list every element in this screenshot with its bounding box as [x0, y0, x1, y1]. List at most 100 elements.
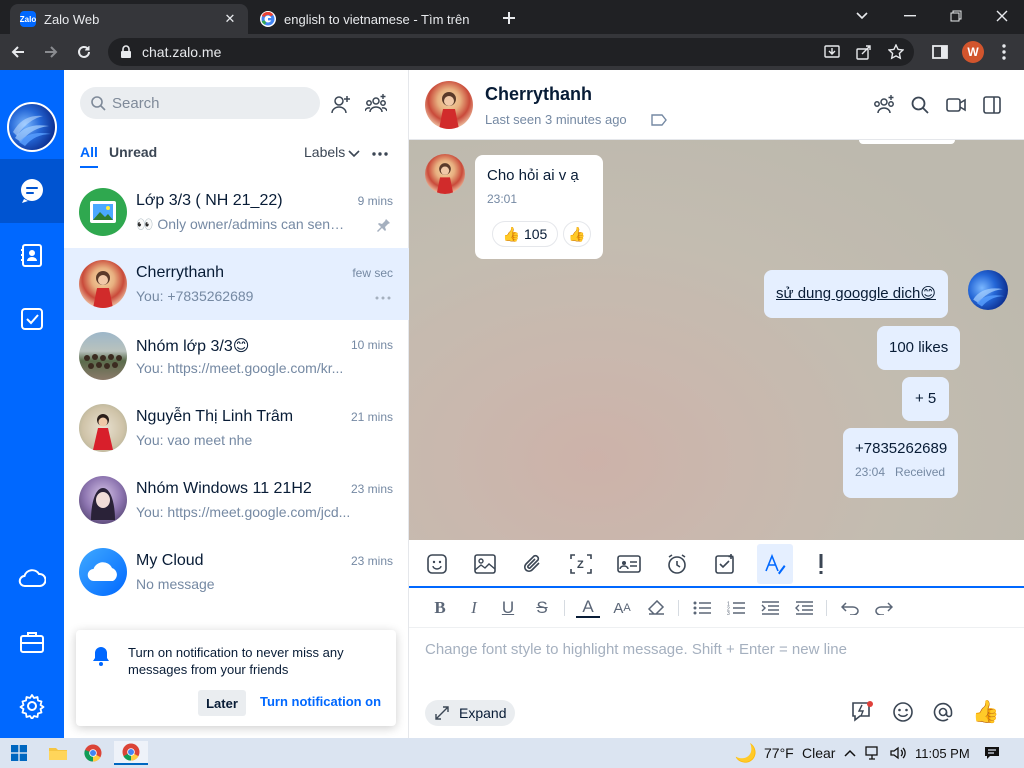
more-options-icon[interactable]: [375, 296, 391, 300]
search-icon[interactable]: [907, 92, 933, 118]
reaction-count-badge[interactable]: 👍 105: [492, 221, 558, 247]
reminder-clock-icon[interactable]: [661, 548, 693, 580]
clock[interactable]: 11:05 PM: [915, 741, 970, 765]
conversation-item-selected[interactable]: Cherrythanh You: +7835262689 few sec: [64, 248, 409, 320]
outgoing-message[interactable]: + 5: [902, 377, 950, 421]
contact-card-icon[interactable]: [613, 548, 645, 580]
italic-icon[interactable]: I: [462, 596, 486, 620]
underline-icon[interactable]: U: [496, 596, 520, 620]
conversation-item[interactable]: Lớp 3/3 ( NH 21_22) 👀 Only owner/admins …: [64, 176, 409, 248]
screenshot-icon[interactable]: Z: [565, 548, 597, 580]
bullet-list-icon[interactable]: [690, 596, 714, 620]
new-tab-icon[interactable]: [498, 8, 520, 28]
tab-google-search[interactable]: english to vietnamese - Tìm trên: [250, 4, 486, 34]
restore-icon[interactable]: [932, 0, 980, 32]
todo-nav-icon[interactable]: [0, 287, 64, 351]
windows-start-icon[interactable]: [8, 741, 30, 765]
redo-icon[interactable]: [872, 596, 896, 620]
outgoing-message[interactable]: +7835262689 23:04 Received: [843, 428, 958, 498]
side-panel-icon[interactable]: [925, 37, 955, 67]
chevron-up-icon[interactable]: [843, 741, 857, 765]
turn-notification-on-button[interactable]: Turn notification on: [260, 694, 381, 709]
toolbox-nav-icon[interactable]: [0, 610, 64, 674]
add-friend-icon[interactable]: [328, 91, 354, 117]
tab-zalo-web[interactable]: Zalo Zalo Web ✕: [10, 4, 248, 34]
conversation-item[interactable]: My Cloud No message 23 mins: [64, 536, 409, 608]
undo-icon[interactable]: [838, 596, 862, 620]
weather-moon-icon[interactable]: 🌙: [734, 741, 758, 765]
my-avatar[interactable]: [968, 270, 1008, 310]
notifications-icon[interactable]: [982, 741, 1002, 765]
chrome-taskbar-icon[interactable]: [80, 741, 106, 765]
conversation-item[interactable]: Nguyễn Thị Linh Trâm You: vao meet nhe 2…: [64, 392, 409, 464]
contact-avatar[interactable]: [425, 81, 473, 129]
conversation-item[interactable]: Nhóm Windows 11 21H2 You: https://meet.g…: [64, 464, 409, 536]
volume-icon[interactable]: [888, 741, 908, 765]
zalo-favicon-icon: Zalo: [20, 11, 36, 27]
create-group-icon[interactable]: [363, 91, 389, 117]
add-reaction-button[interactable]: 👍: [563, 221, 591, 247]
close-window-icon[interactable]: [978, 0, 1024, 32]
thumbs-up-send-icon[interactable]: 👍: [972, 698, 1000, 726]
filter-unread-tab[interactable]: Unread: [109, 144, 157, 160]
indent-icon[interactable]: [758, 596, 782, 620]
share-icon[interactable]: [850, 38, 878, 66]
message-list[interactable]: Cho hỏi ai v ạ 23:01 👍 105 👍 sử dung goo…: [409, 140, 1024, 540]
chrome-taskbar-active-icon[interactable]: [114, 741, 148, 765]
eraser-icon[interactable]: [644, 596, 668, 620]
message-input[interactable]: Change font style to highlight message. …: [425, 641, 847, 658]
bookmark-star-icon[interactable]: [882, 38, 910, 66]
contacts-nav-icon[interactable]: [0, 223, 64, 287]
cloud-nav-icon[interactable]: [0, 546, 64, 610]
mention-icon[interactable]: [929, 698, 957, 726]
weather-temperature[interactable]: 77°F: [764, 741, 794, 765]
more-options-icon[interactable]: [372, 152, 388, 156]
attachment-icon[interactable]: [517, 548, 549, 580]
outgoing-message[interactable]: 100 likes: [877, 326, 961, 370]
font-color-icon[interactable]: A: [576, 597, 600, 618]
tab-search-icon[interactable]: [838, 0, 886, 32]
emoji-icon[interactable]: [889, 698, 917, 726]
forward-icon[interactable]: [36, 37, 66, 67]
network-icon[interactable]: [864, 741, 882, 765]
later-button[interactable]: Later: [198, 690, 246, 716]
tag-icon[interactable]: [651, 114, 667, 126]
conversation-item[interactable]: Nhóm lớp 3/3😊 You: https://meet.google.c…: [64, 320, 409, 392]
reload-icon[interactable]: [69, 37, 99, 67]
expand-button[interactable]: Expand: [425, 700, 515, 726]
minimize-icon[interactable]: [886, 0, 934, 32]
quick-message-icon[interactable]: [849, 698, 877, 726]
filter-all-tab[interactable]: All: [80, 144, 98, 160]
conversation-time: 23 mins: [350, 482, 393, 496]
conversation-info-icon[interactable]: [979, 92, 1005, 118]
strikethrough-icon[interactable]: S: [530, 596, 554, 620]
task-icon[interactable]: [709, 548, 741, 580]
sender-avatar[interactable]: [425, 154, 465, 194]
numbered-list-icon[interactable]: 123: [724, 596, 748, 620]
add-member-icon[interactable]: [871, 92, 897, 118]
video-call-icon[interactable]: [943, 92, 969, 118]
urgent-exclamation-icon[interactable]: [805, 548, 837, 580]
weather-condition[interactable]: Clear: [802, 741, 835, 765]
messages-nav-icon[interactable]: [0, 159, 64, 223]
image-icon[interactable]: [469, 548, 501, 580]
url-field[interactable]: chat.zalo.me: [108, 38, 914, 66]
bold-icon[interactable]: B: [428, 596, 452, 620]
outgoing-message[interactable]: sử dung googgle dich😊: [764, 270, 948, 318]
install-app-icon[interactable]: [818, 38, 846, 66]
profile-avatar[interactable]: W: [958, 37, 988, 67]
outdent-icon[interactable]: [792, 596, 816, 620]
chevron-down-icon[interactable]: [348, 150, 360, 158]
incoming-message[interactable]: Cho hỏi ai v ạ 23:01 👍 105 👍: [475, 155, 603, 259]
browser-menu-icon[interactable]: [989, 37, 1019, 67]
back-icon[interactable]: [3, 37, 33, 67]
sticker-icon[interactable]: [421, 548, 453, 580]
settings-gear-icon[interactable]: [0, 674, 64, 738]
my-avatar[interactable]: [7, 102, 57, 152]
file-explorer-icon[interactable]: [46, 741, 70, 765]
labels-dropdown[interactable]: Labels: [304, 144, 345, 160]
close-tab-icon[interactable]: ✕: [222, 11, 238, 27]
search-input[interactable]: Search: [80, 87, 320, 119]
text-format-icon[interactable]: [757, 544, 793, 584]
font-size-icon[interactable]: AA: [610, 596, 634, 620]
